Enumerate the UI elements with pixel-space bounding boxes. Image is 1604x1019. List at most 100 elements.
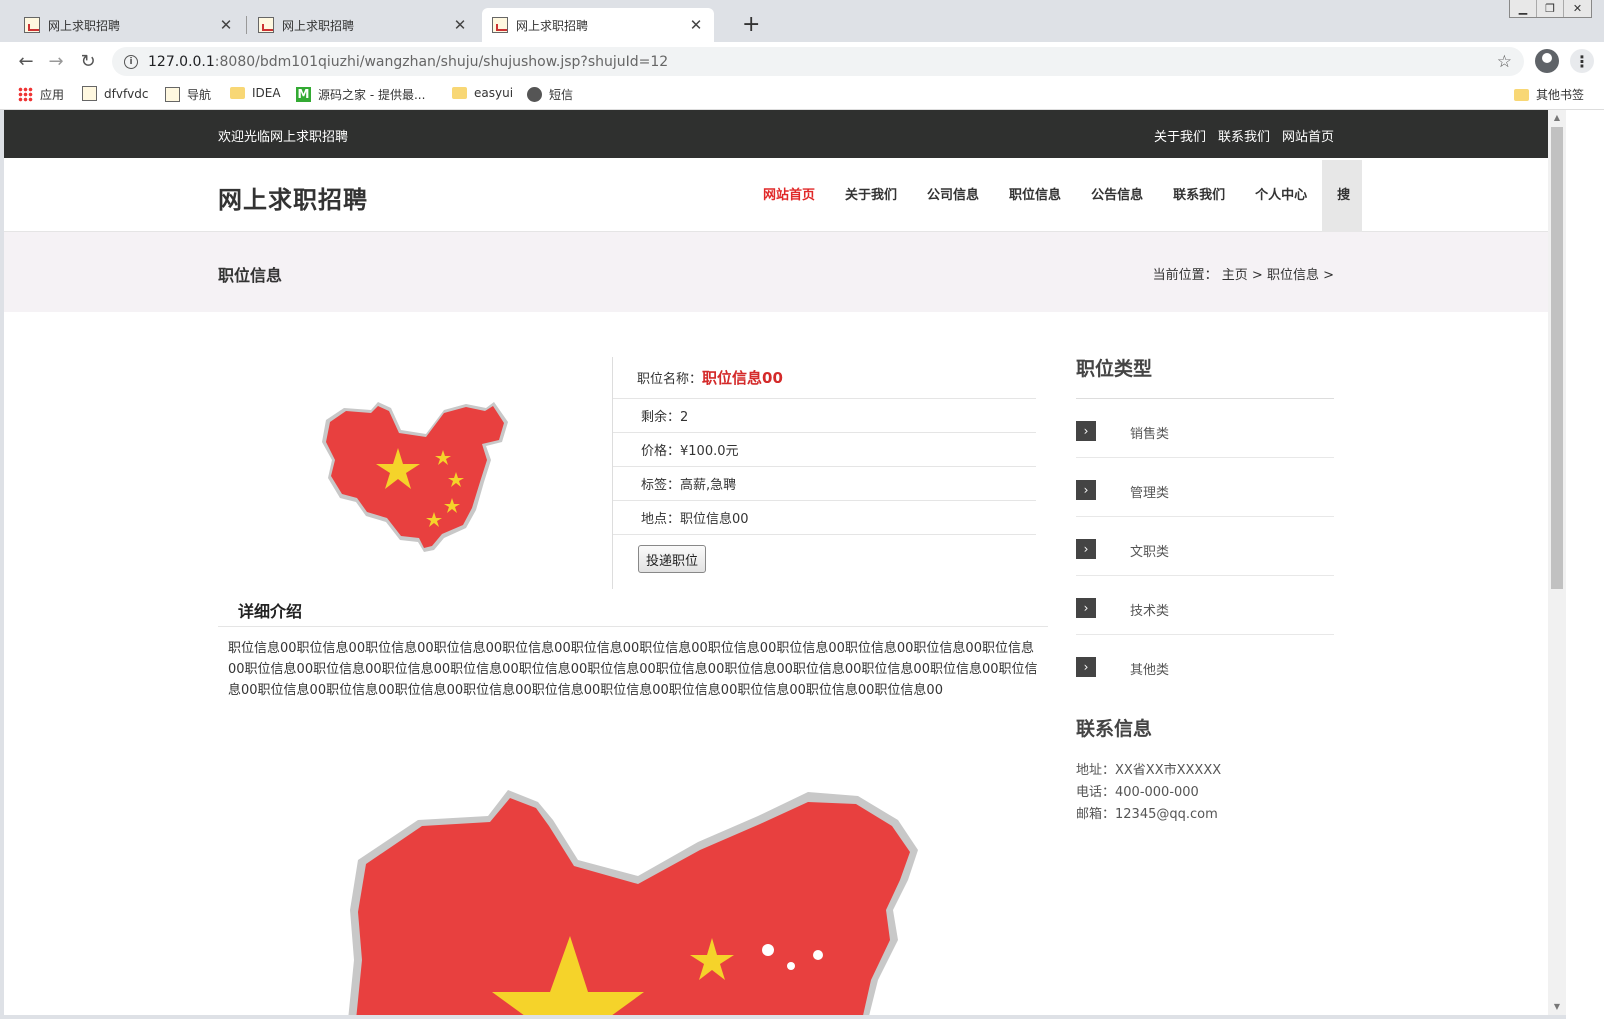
tab-title: 网上求职招聘	[516, 18, 589, 33]
chevron-right-icon: ›	[1076, 480, 1096, 500]
nav-item-profile[interactable]: 个人中心	[1240, 160, 1322, 232]
info-icon[interactable]: i	[124, 54, 138, 69]
nav-item-company[interactable]: 公司信息	[912, 160, 994, 232]
page-viewport: 欢迎光临网上求职招聘 关于我们 联系我们 网站首页 网上求职招聘 网站首页 关于…	[4, 110, 1548, 1015]
close-icon[interactable]: ✕	[218, 16, 234, 34]
job-name: 职位信息00	[702, 369, 783, 387]
folder-icon	[452, 87, 467, 99]
category-label[interactable]: 销售类	[1130, 423, 1169, 442]
contact-info: 地址：XX省XX市XXXXX 电话：400-000-000 邮箱：12345@q…	[1076, 760, 1221, 826]
category-label[interactable]: 管理类	[1130, 482, 1169, 501]
job-detail-image	[338, 780, 928, 1015]
bookmark-source[interactable]: M 源码之家 - 提供最...	[296, 86, 425, 103]
china-map-image	[322, 402, 508, 552]
bookmark-dfvfvdc[interactable]: dfvfvdc	[82, 86, 148, 101]
bookmark-sms[interactable]: 短信	[527, 86, 573, 103]
minimize-icon[interactable]: ▁	[1510, 0, 1537, 17]
apply-job-button[interactable]: 投递职位	[638, 545, 707, 573]
page-scrollbar[interactable]: ▲ ▼	[1548, 110, 1566, 1015]
tab-separator	[246, 16, 247, 34]
top-link-home[interactable]: 网站首页	[1282, 126, 1334, 145]
browser-tab-bar: 网上求职招聘 ✕ 网上求职招聘 ✕ 网上求职招聘 ✕ + ▁ ❐ ✕	[0, 0, 1604, 42]
category-label[interactable]: 其他类	[1130, 659, 1169, 678]
menu-icon[interactable]: ⋮	[1570, 49, 1594, 73]
site-header: 网上求职招聘 网站首页 关于我们 公司信息 职位信息 公告信息 联系我们 个人中…	[4, 158, 1548, 232]
top-link-about[interactable]: 关于我们	[1154, 126, 1206, 145]
contact-address: 地址：XX省XX市XXXXX	[1076, 763, 1222, 778]
profile-icon[interactable]	[1535, 49, 1559, 73]
bookmarks-bar: 应用 dfvfvdc 导航 IDEA M 源码之家 - 提供最... easyu…	[0, 80, 1604, 110]
welcome-text: 欢迎光临网上求职招聘	[218, 130, 349, 145]
scroll-down-icon[interactable]: ▼	[1548, 999, 1566, 1015]
favicon-icon	[24, 17, 40, 33]
close-icon[interactable]: ✕	[452, 16, 468, 34]
nav-item-notices[interactable]: 公告信息	[1076, 160, 1158, 232]
browser-tab-3-active[interactable]: 网上求职招聘 ✕	[482, 8, 714, 42]
main-nav: 网站首页 关于我们 公司信息 职位信息 公告信息 联系我们 个人中心 搜	[748, 160, 1363, 232]
browser-tab-1[interactable]: 网上求职招聘 ✕	[14, 8, 244, 42]
job-price: 价格：¥100.0元	[613, 433, 1036, 467]
intro-text: 职位信息00职位信息00职位信息00职位信息00职位信息00职位信息00职位信息…	[228, 641, 1038, 698]
contact-email: 邮箱：12345@qq.com	[1076, 807, 1218, 822]
intro-title: 详细介绍	[238, 602, 303, 621]
chevron-right-icon: ›	[1076, 657, 1096, 677]
breadcrumb: 当前位置： 主页 > 职位信息 >	[1152, 268, 1334, 283]
window-controls: ▁ ❐ ✕	[1509, 0, 1592, 18]
folder-icon	[230, 87, 245, 99]
job-detail-box: 职位名称： 职位信息00 剩余：2 价格：¥100.0元 标签：高薪,急聘 地点：…	[612, 357, 1036, 589]
favicon-icon	[492, 17, 508, 33]
page-title: 职位信息	[218, 266, 283, 285]
job-remaining: 剩余：2	[613, 399, 1036, 433]
tab-title: 网上求职招聘	[48, 18, 121, 33]
maximize-icon[interactable]: ❐	[1537, 0, 1564, 17]
plus-icon[interactable]: +	[742, 12, 760, 37]
folder-icon	[1514, 88, 1529, 101]
page-icon	[82, 86, 97, 101]
bookmark-easyui[interactable]: easyui	[452, 86, 513, 100]
browser-tab-2[interactable]: 网上求职招聘 ✕	[248, 8, 478, 42]
bookmark-idea[interactable]: IDEA	[230, 86, 281, 100]
close-window-icon[interactable]: ✕	[1564, 0, 1591, 17]
top-link-contact[interactable]: 联系我们	[1218, 126, 1270, 145]
back-icon[interactable]: ←	[14, 49, 38, 73]
m-logo-icon: M	[296, 87, 311, 102]
reload-icon[interactable]: ↻	[76, 49, 100, 73]
scroll-thumb[interactable]	[1551, 127, 1563, 589]
category-item-sales[interactable]: › 销售类	[1076, 399, 1334, 458]
search-button[interactable]: 搜	[1322, 160, 1363, 232]
job-tags: 标签：高薪,急聘	[613, 467, 1036, 501]
window-edge	[1566, 110, 1604, 1019]
category-label[interactable]: 文职类	[1130, 541, 1169, 560]
browser-toolbar: ← → ↻ i 127.0.0.1:8080/bdm101qiuzhi/wang…	[0, 42, 1604, 80]
category-label[interactable]: 技术类	[1130, 600, 1169, 619]
forward-icon[interactable]: →	[44, 49, 68, 73]
star-icon[interactable]: ☆	[1497, 52, 1512, 72]
category-item-other[interactable]: › 其他类	[1076, 635, 1334, 694]
bookmark-apps[interactable]: 应用	[18, 86, 64, 103]
address-bar[interactable]: i 127.0.0.1:8080/bdm101qiuzhi/wangzhan/s…	[112, 47, 1524, 76]
url-path: :8080/bdm101qiuzhi/wangzhan/shuju/shujus…	[214, 53, 669, 70]
scroll-up-icon[interactable]: ▲	[1548, 110, 1566, 126]
category-item-clerical[interactable]: › 文职类	[1076, 517, 1334, 576]
contact-phone: 电话：400-000-000	[1076, 785, 1199, 800]
contact-title: 联系信息	[1076, 718, 1153, 740]
nav-item-jobs[interactable]: 职位信息	[994, 160, 1076, 232]
category-list: › 销售类 › 管理类 › 文职类 › 技术类 › 其他类	[1076, 399, 1334, 694]
nav-item-about[interactable]: 关于我们	[830, 160, 912, 232]
category-item-management[interactable]: › 管理类	[1076, 458, 1334, 517]
nav-item-home[interactable]: 网站首页	[748, 160, 830, 232]
bookmark-label: 导航	[187, 88, 212, 102]
nav-item-contact[interactable]: 联系我们	[1158, 160, 1240, 232]
apps-icon	[18, 87, 33, 102]
category-item-tech[interactable]: › 技术类	[1076, 576, 1334, 635]
bookmark-other[interactable]: 其他书签	[1514, 86, 1584, 103]
bookmark-label: 应用	[40, 88, 65, 102]
bookmark-label: 源码之家 - 提供最...	[318, 88, 426, 102]
top-links: 关于我们 联系我们 网站首页	[1154, 126, 1334, 145]
close-icon[interactable]: ✕	[688, 16, 704, 34]
category-title: 职位类型	[1076, 358, 1153, 380]
bookmark-label: IDEA	[252, 86, 281, 100]
chevron-right-icon: ›	[1076, 598, 1096, 618]
bookmark-nav[interactable]: 导航	[165, 86, 211, 103]
site-title[interactable]: 网上求职招聘	[218, 180, 368, 215]
